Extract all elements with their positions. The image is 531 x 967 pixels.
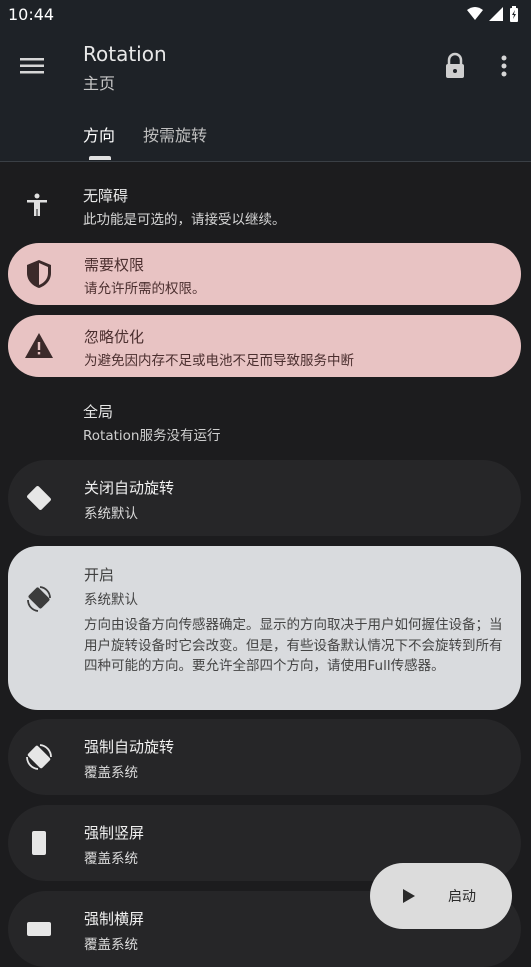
- list-item-ignore-optimization[interactable]: 忽略优化 为避免因内存不足或电池不足而导致服务中断: [8, 315, 521, 377]
- option-subtitle: 覆盖系统: [84, 937, 138, 953]
- tab-indicator: [89, 156, 111, 160]
- item-subtitle: 请允许所需的权限。: [84, 281, 206, 297]
- landscape-icon: [24, 914, 54, 944]
- list-item-accessibility[interactable]: 无障碍 此功能是可选的，请接受以继续。: [0, 175, 531, 235]
- section-subtitle: Rotation服务没有运行: [83, 428, 221, 444]
- option-auto-rotate-off[interactable]: 关闭自动旋转 系统默认: [8, 460, 521, 536]
- shield-icon: [24, 259, 54, 289]
- fab-label: 启动: [448, 889, 476, 905]
- option-subtitle: 系统默认: [84, 506, 138, 522]
- section-global: 全局 Rotation服务没有运行: [0, 391, 531, 447]
- signal-icon: [489, 7, 503, 21]
- item-subtitle: 为避免因内存不足或电池不足而导致服务中断: [84, 353, 354, 369]
- item-title: 忽略优化: [84, 328, 145, 346]
- app-title: Rotation: [83, 42, 167, 66]
- app-subtitle: 主页: [83, 74, 116, 93]
- option-title: 关闭自动旋转: [84, 479, 175, 497]
- option-title: 强制横屏: [84, 910, 145, 928]
- item-title: 无障碍: [83, 187, 129, 205]
- lock-icon[interactable]: [442, 52, 468, 80]
- tab-orientation[interactable]: 方向: [83, 122, 115, 146]
- wifi-icon: [467, 7, 483, 20]
- accessibility-icon: [22, 190, 52, 220]
- item-title: 需要权限: [84, 256, 145, 274]
- list-item-permissions[interactable]: 需要权限 请允许所需的权限。: [8, 243, 521, 305]
- app-bar: Rotation 主页 方向 按需旋转: [0, 28, 531, 162]
- section-title: 全局: [83, 403, 114, 421]
- battery-icon: [510, 6, 518, 22]
- menu-icon[interactable]: [18, 52, 46, 80]
- option-force-auto-rotate[interactable]: 强制自动旋转 覆盖系统: [8, 719, 521, 795]
- option-title: 强制竖屏: [84, 824, 145, 842]
- play-icon: [403, 889, 415, 903]
- option-subtitle: 系统默认: [84, 592, 138, 608]
- rotation-lock-icon: [24, 483, 54, 513]
- warning-icon: [24, 331, 54, 361]
- option-auto-rotate-on[interactable]: 开启 系统默认 方向由设备方向传感器确定。显示的方向取决于用户如何握住设备；当用…: [8, 546, 521, 710]
- status-bar: 10:44: [0, 0, 531, 28]
- option-title: 强制自动旋转: [84, 738, 175, 756]
- rotation-on-icon: [24, 584, 54, 614]
- option-subtitle: 覆盖系统: [84, 765, 138, 781]
- start-fab-button[interactable]: 启动: [370, 863, 512, 929]
- item-subtitle: 此功能是可选的，请接受以继续。: [83, 212, 286, 228]
- portrait-icon: [24, 828, 54, 858]
- tab-on-demand-rotation[interactable]: 按需旋转: [143, 122, 207, 146]
- more-options-icon[interactable]: [494, 52, 514, 80]
- force-rotate-icon: [24, 742, 54, 772]
- option-title: 开启: [84, 566, 115, 584]
- status-time: 10:44: [8, 4, 55, 24]
- settings-list: 无障碍 此功能是可选的，请接受以继续。 需要权限 请允许所需的权限。 忽略优化 …: [0, 163, 531, 967]
- option-subtitle: 覆盖系统: [84, 851, 138, 867]
- option-description: 方向由设备方向传感器确定。显示的方向取决于用户如何握住设备；当用户旋转设备时它会…: [84, 617, 503, 674]
